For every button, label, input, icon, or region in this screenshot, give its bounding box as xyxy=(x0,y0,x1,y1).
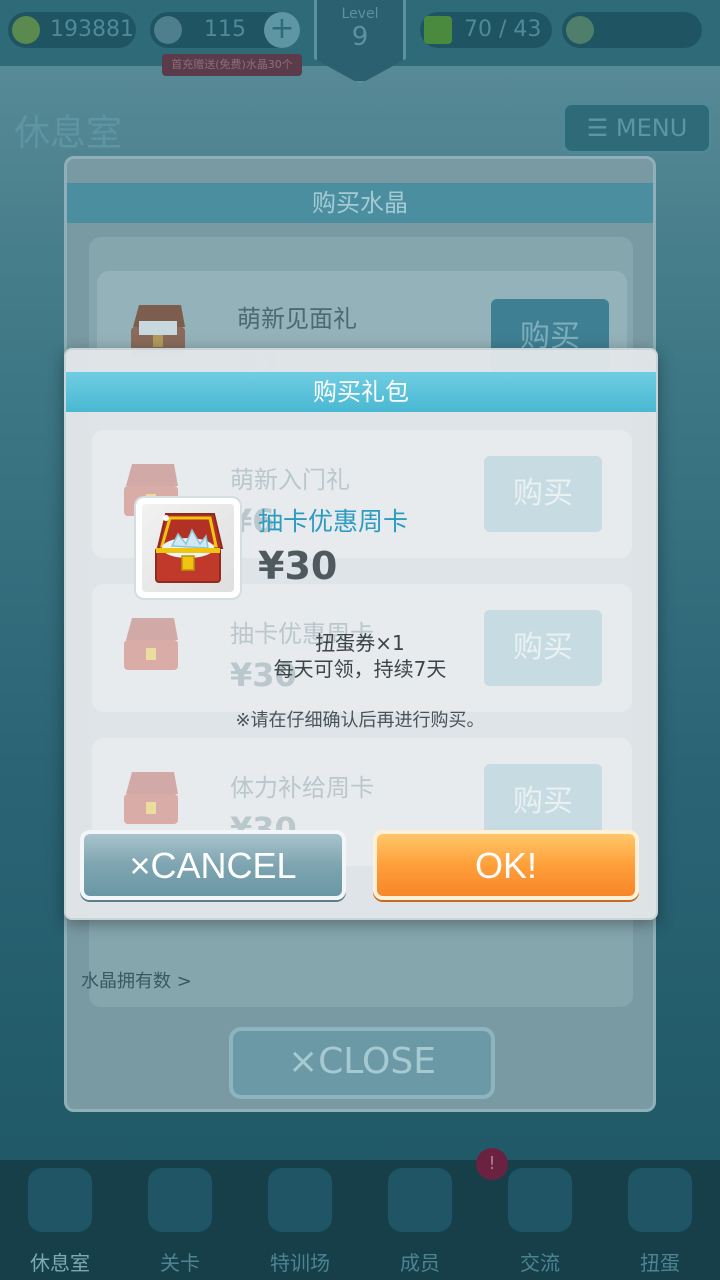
treasure-chest-icon xyxy=(124,772,178,824)
item-price: ¥30 xyxy=(258,544,338,588)
cat-face-icon xyxy=(388,1168,452,1232)
item-thumbnail xyxy=(136,498,240,598)
ok-button[interactable]: OK! xyxy=(373,830,639,900)
item-name: 抽卡优惠周卡 xyxy=(258,507,409,536)
dialog-backdrop-list: 萌新入门礼 ¥6 购买 抽卡优惠周卡 ¥30 购买 体力补给周卡 ¥30 购买 xyxy=(86,426,636,866)
nav-label: 关卡 xyxy=(160,1251,200,1275)
nav-item-lounge[interactable]: 休息室 xyxy=(0,1160,120,1280)
shop-row-name: 萌新入门礼 xyxy=(230,466,350,494)
nav-label: 扭蛋 xyxy=(640,1251,680,1275)
contents-line: 每天可领，持续7天 xyxy=(273,657,447,681)
coin-counter: 193881 xyxy=(8,12,136,48)
lounge-icon xyxy=(28,1168,92,1232)
level-label: Level xyxy=(341,6,379,22)
close-button[interactable]: ×CLOSE xyxy=(229,1027,495,1099)
bottom-navigation: 休息室 关卡 特训场 成员 交流 扭蛋 xyxy=(0,1160,720,1280)
room-title: 休息室 xyxy=(14,113,123,154)
confirm-notice: ※请在仔细确认后再进行购买。 xyxy=(235,710,485,731)
sword-icon xyxy=(566,16,594,44)
nav-label: 交流 xyxy=(520,1251,560,1275)
nav-label: 特训场 xyxy=(270,1251,330,1275)
curtain-icon xyxy=(628,1168,692,1232)
menu-icon: ☰ xyxy=(586,114,616,142)
coin-icon xyxy=(12,16,40,44)
shop-row-name: 萌新见面礼 xyxy=(237,305,357,333)
add-crystal-button[interactable]: + xyxy=(264,12,300,48)
buy-button[interactable]: 购买 xyxy=(484,456,602,532)
nav-item-training[interactable]: 特训场 xyxy=(240,1160,360,1280)
stamina-value: 70 / 43 xyxy=(464,17,542,42)
item-contents: 扭蛋券×1 每天可领，持续7天 xyxy=(60,630,660,682)
monster-icon xyxy=(148,1168,212,1232)
sword-counter xyxy=(562,12,702,48)
crystal-value: 115 xyxy=(204,17,246,42)
nav-label: 成员 xyxy=(400,1251,440,1275)
shop-dialog-title: 购买水晶 xyxy=(67,183,653,223)
treasure-chest-icon xyxy=(155,513,224,583)
nav-item-members[interactable]: 成员 xyxy=(360,1160,480,1280)
buy-button[interactable]: 购买 xyxy=(484,764,602,840)
nav-item-stages[interactable]: 关卡 xyxy=(120,1160,240,1280)
crystal-holdings-link[interactable]: 水晶拥有数 > xyxy=(81,967,192,993)
shop-row-name: 体力补给周卡 xyxy=(230,774,374,802)
stamina-plus-icon xyxy=(424,16,452,44)
menu-button[interactable]: ☰ MENU xyxy=(562,102,712,154)
notification-badge: ! xyxy=(476,1148,508,1180)
first-recharge-promo[interactable]: 首充赠送(免费)水晶30个 xyxy=(162,54,302,76)
dress-icon xyxy=(508,1168,572,1232)
cancel-button[interactable]: ×CANCEL xyxy=(80,830,346,900)
coin-value: 193881 xyxy=(50,17,134,42)
crossed-swords-icon xyxy=(268,1168,332,1232)
crystal-icon xyxy=(154,16,182,44)
stamina-counter: 70 / 43 xyxy=(420,12,552,48)
nav-item-gacha[interactable]: 扭蛋 xyxy=(600,1160,720,1280)
purchase-dialog-title: 购买礼包 xyxy=(66,372,656,412)
contents-line: 扭蛋券×1 xyxy=(315,631,405,655)
menu-label: MENU xyxy=(615,114,688,142)
nav-label: 休息室 xyxy=(30,1251,90,1275)
item-thumbnail-bg xyxy=(142,504,234,592)
level-value: 9 xyxy=(351,22,369,52)
